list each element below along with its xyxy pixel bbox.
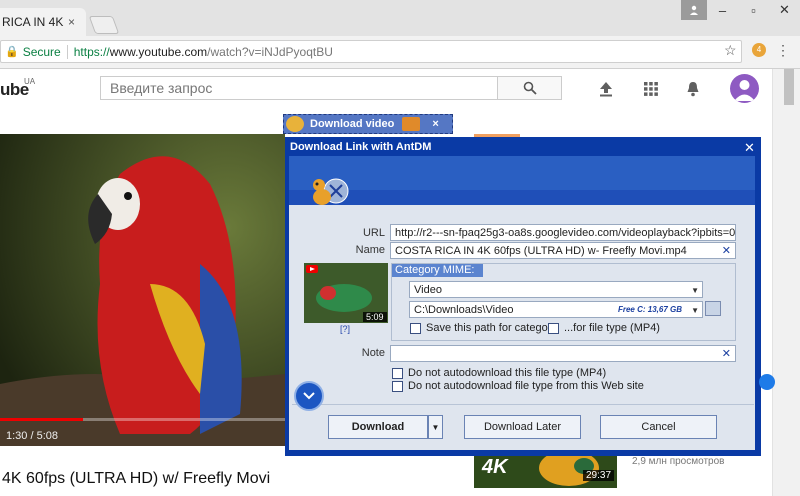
checkbox-box[interactable] <box>392 380 403 392</box>
video-title: 4K 60fps (ULTRA HD) w/ Freefly Movi <box>2 470 271 487</box>
notifications-bell-icon[interactable] <box>683 79 703 99</box>
video-time: 1:30 / 5:08 <box>6 430 58 442</box>
avatar[interactable] <box>730 74 759 103</box>
no-autodownload-site-checkbox[interactable]: Do not autodownload file type from this … <box>392 380 644 392</box>
related-views: 2,9 млн просмотров <box>632 456 725 467</box>
url-path: /watch?v=iNJdPyoqtBU <box>207 44 333 59</box>
dialog-close-icon[interactable]: ✕ <box>744 140 755 156</box>
dialog-banner <box>289 156 755 208</box>
name-value: COSTA RICA IN 4K 60fps (ULTRA HD) w- Fre… <box>395 244 687 257</box>
download-button[interactable]: Download <box>328 415 428 439</box>
file-type-checkbox-label: ...for file type (MP4) <box>564 322 660 334</box>
profile-icon[interactable] <box>681 0 707 20</box>
save-path-checkbox-label: Save this path for category <box>426 322 557 334</box>
category-select[interactable]: Video ▼ <box>409 281 703 298</box>
note-label: Note <box>361 347 385 359</box>
related-thumb-4k-label: 4K <box>482 456 508 478</box>
category-value: Video <box>414 283 442 296</box>
lock-icon: 🔒 <box>5 46 19 58</box>
browser-menu-icon[interactable]: ⋮ <box>776 42 790 59</box>
dialog-title: Download Link with AntDM <box>290 141 432 153</box>
url-label: URL <box>362 227 385 239</box>
browser-tabstrip <box>0 0 800 36</box>
checkbox-box[interactable] <box>410 322 421 334</box>
chevron-down-icon: ▼ <box>691 286 699 295</box>
file-type-checkbox[interactable]: ...for file type (MP4) <box>548 322 660 334</box>
divider <box>292 404 754 405</box>
window-controls: – ▫ ✕ <box>681 0 800 20</box>
video-progress-fill <box>0 418 83 421</box>
note-field[interactable]: ✕ <box>390 345 736 362</box>
bookmark-star-icon[interactable]: ☆ <box>724 42 737 59</box>
page-scrollbar[interactable] <box>772 69 800 496</box>
clear-name-icon[interactable]: ✕ <box>722 244 731 257</box>
maximize-icon[interactable]: ▫ <box>738 0 769 20</box>
upload-icon[interactable] <box>596 79 616 99</box>
download-video-label: Download video <box>310 118 395 130</box>
download-arrow-icon[interactable] <box>402 117 421 131</box>
download-video-button[interactable]: Download video × <box>283 114 453 134</box>
antdm-logo-icon <box>286 116 304 132</box>
category-header: Category MIME: <box>392 264 483 277</box>
browser-tab[interactable]: RICA IN 4K 60fps × <box>0 8 86 36</box>
search-input[interactable]: Введите запрос <box>100 76 498 100</box>
youtube-region: UA <box>24 77 36 86</box>
video-player[interactable] <box>0 134 285 446</box>
address-bar[interactable]: 🔒 Secure https:// www.youtube.com /watch… <box>0 40 742 63</box>
url-host: www.youtube.com <box>109 44 208 59</box>
clear-note-icon[interactable]: ✕ <box>722 347 731 360</box>
close-icon[interactable]: ✕ <box>769 0 800 20</box>
related-thumb-duration: 29:37 <box>583 470 615 481</box>
tab-title: RICA IN 4K 60fps <box>2 15 64 29</box>
scroll-indicator-dot[interactable] <box>759 374 775 390</box>
save-path-value: C:\Downloads\Video <box>414 303 514 316</box>
no-autodownload-type-label: Do not autodownload this file type (MP4) <box>408 367 607 379</box>
antdm-logo-icon <box>313 178 349 205</box>
save-path-checkbox[interactable]: Save this path for category <box>410 322 557 334</box>
minimize-icon[interactable]: – <box>707 0 738 20</box>
download-options-icon[interactable]: ▼ <box>428 415 443 439</box>
cancel-button[interactable]: Cancel <box>600 415 717 439</box>
expand-chevron-icon[interactable] <box>294 381 324 411</box>
scrollbar-thumb[interactable] <box>784 69 794 105</box>
divider <box>66 44 68 59</box>
search-icon <box>523 81 537 95</box>
no-autodownload-type-checkbox[interactable]: Do not autodownload this file type (MP4) <box>392 367 606 379</box>
name-field[interactable]: COSTA RICA IN 4K 60fps (ULTRA HD) w- Fre… <box>390 242 736 259</box>
parrot-video-frame <box>0 134 285 446</box>
browse-folder-icon[interactable] <box>705 301 721 316</box>
checkbox-box[interactable] <box>392 367 403 379</box>
download-video-close-icon[interactable]: × <box>432 118 438 130</box>
url-field[interactable]: http://r2---sn-fpaq25g3-oa8s.googlevideo… <box>390 224 736 241</box>
name-label: Name <box>355 244 385 256</box>
secure-label: Secure <box>22 44 61 59</box>
thumbnail-duration: 5:09 <box>363 312 387 322</box>
tab-close-icon[interactable]: × <box>68 15 75 29</box>
url-scheme: https:// <box>73 44 110 59</box>
free-space: Free C: 13,67 GB <box>617 305 682 314</box>
save-path-select[interactable]: C:\Downloads\Video Free C: 13,67 GB ▼ <box>409 301 703 318</box>
checkbox-box[interactable] <box>548 322 559 334</box>
thumbnail-help-link[interactable]: [?] <box>340 324 350 334</box>
search-button[interactable] <box>497 76 562 100</box>
download-later-button[interactable]: Download Later <box>464 415 581 439</box>
apps-grid-icon[interactable] <box>641 79 661 99</box>
extension-icon[interactable]: 4 <box>752 43 766 57</box>
no-autodownload-site-label: Do not autodownload file type from this … <box>408 380 644 392</box>
chevron-down-icon: ▼ <box>691 306 699 315</box>
